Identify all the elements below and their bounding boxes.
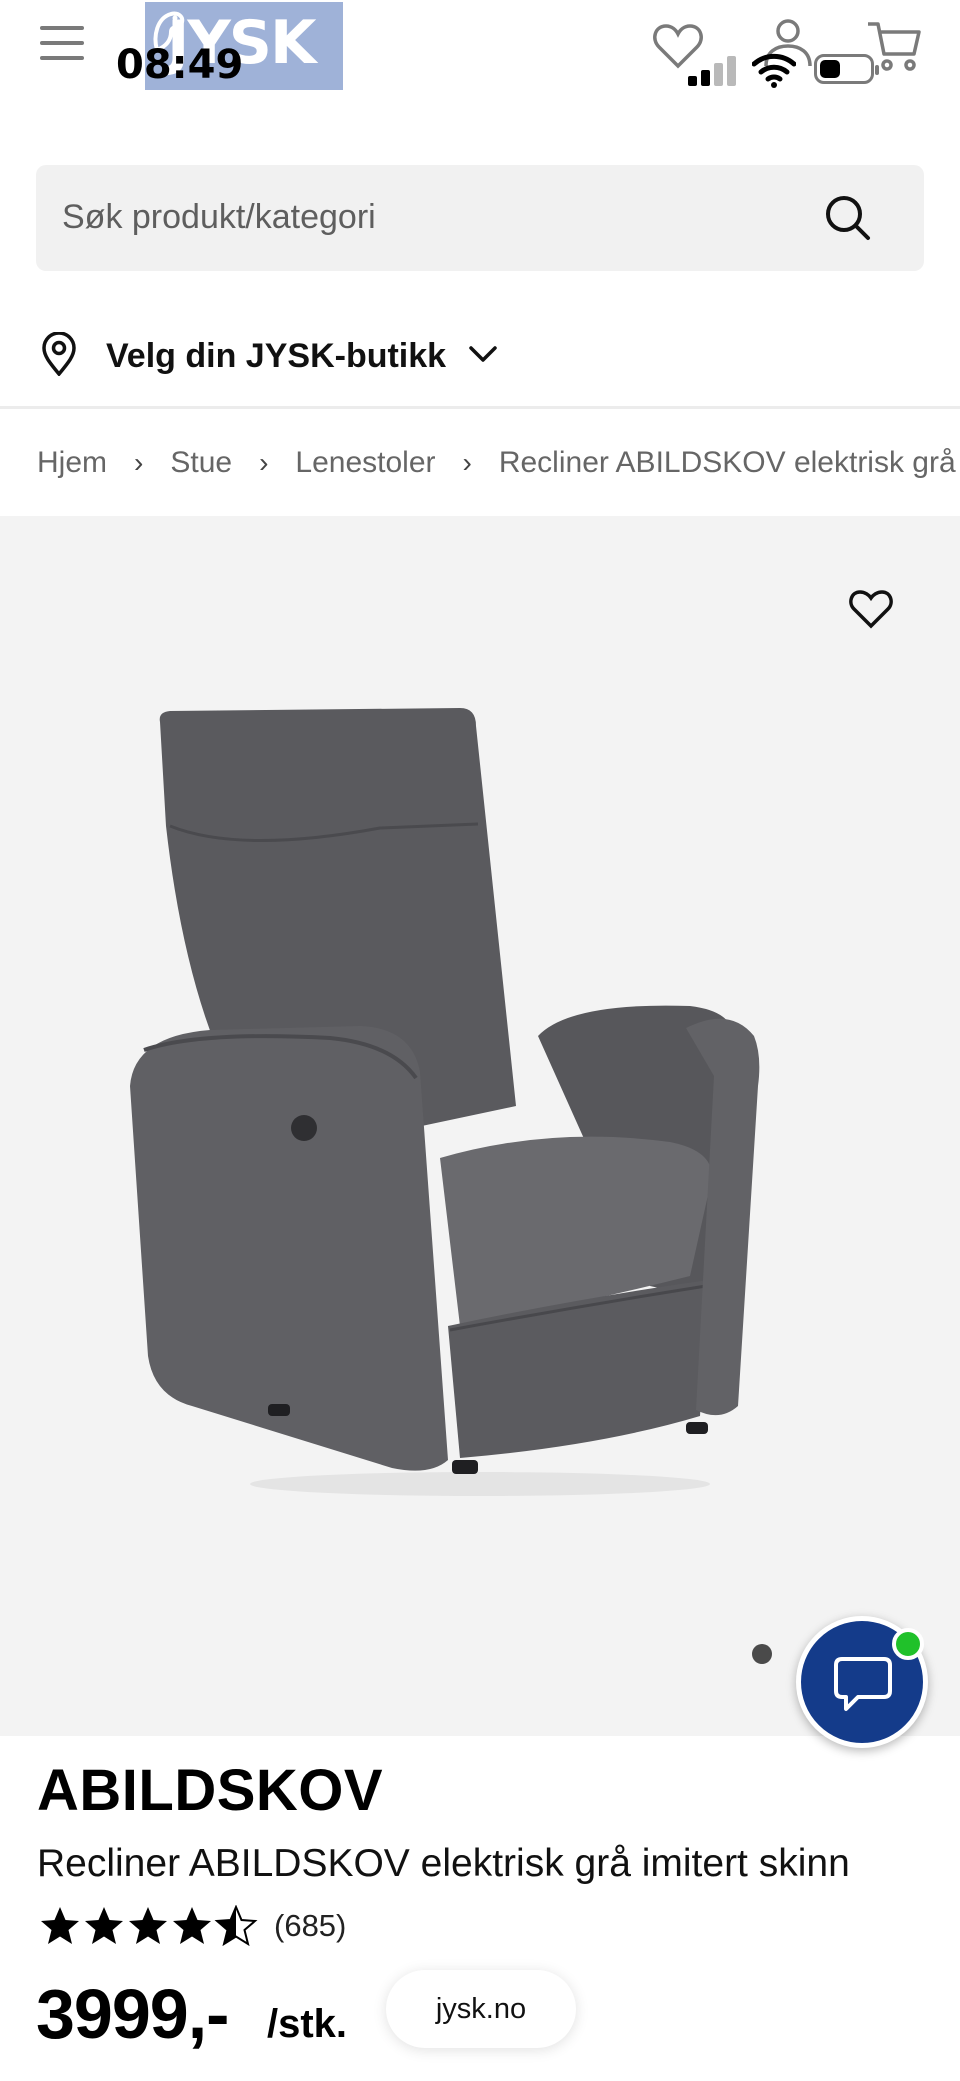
price-unit: /stk. [267, 2002, 348, 2046]
browser-url-pill[interactable]: jysk.no [386, 1970, 576, 2048]
breadcrumb-item-hjem[interactable]: Hjem [37, 446, 107, 480]
breadcrumb-item-lenestoler[interactable]: Lenestoler [295, 446, 435, 480]
add-to-wishlist-heart-icon[interactable] [848, 588, 894, 635]
product-name: Recliner ABILDSKOV elektrisk grå imitert… [37, 1842, 850, 1885]
battery-icon [814, 54, 879, 84]
product-price: 3999,- [36, 1975, 229, 2053]
breadcrumb: Hjem › Stue › Lenestoler › Recliner ABIL… [37, 443, 957, 483]
star-icon [85, 1907, 123, 1944]
review-count: (685) [274, 1908, 347, 1943]
search-icon[interactable] [824, 194, 872, 247]
divider [0, 406, 960, 409]
search-placeholder: Søk produkt/kategori [62, 198, 376, 236]
breadcrumb-item-stue[interactable]: Stue [170, 446, 232, 480]
status-time: 08:49 [116, 42, 244, 88]
gallery-dot-active[interactable] [752, 1644, 772, 1664]
product-rating[interactable]: (685) [38, 1905, 346, 1947]
store-selector[interactable]: Velg din JYSK-butikk [40, 330, 498, 382]
wifi-icon [751, 52, 797, 93]
search-input[interactable]: Søk produkt/kategori [36, 165, 924, 271]
chevron-down-icon [468, 344, 498, 369]
star-icon [173, 1907, 211, 1944]
cart-icon[interactable] [866, 18, 922, 79]
chevron-right-icon: › [134, 447, 144, 478]
product-brand: ABILDSKOV [37, 1758, 384, 1823]
star-icon [129, 1907, 167, 1944]
product-gallery[interactable] [0, 516, 960, 1736]
chat-bubble-icon [834, 1657, 892, 1711]
half-star-icon [214, 1905, 258, 1947]
star-icon [41, 1907, 79, 1944]
chevron-right-icon: › [462, 447, 472, 478]
product-image-recliner[interactable] [130, 706, 830, 1511]
map-pin-icon [40, 330, 78, 381]
chevron-right-icon: › [259, 447, 269, 478]
rating-stars [38, 1905, 258, 1947]
online-status-indicator [892, 1628, 924, 1660]
cellular-signal-icon [688, 56, 736, 86]
breadcrumb-item-current: Recliner ABILDSKOV elektrisk grå [498, 446, 956, 479]
site-header: JYSK 08:49 [0, 0, 960, 120]
hamburger-icon[interactable] [40, 26, 88, 66]
store-selector-label: Velg din JYSK-butikk [106, 336, 447, 375]
